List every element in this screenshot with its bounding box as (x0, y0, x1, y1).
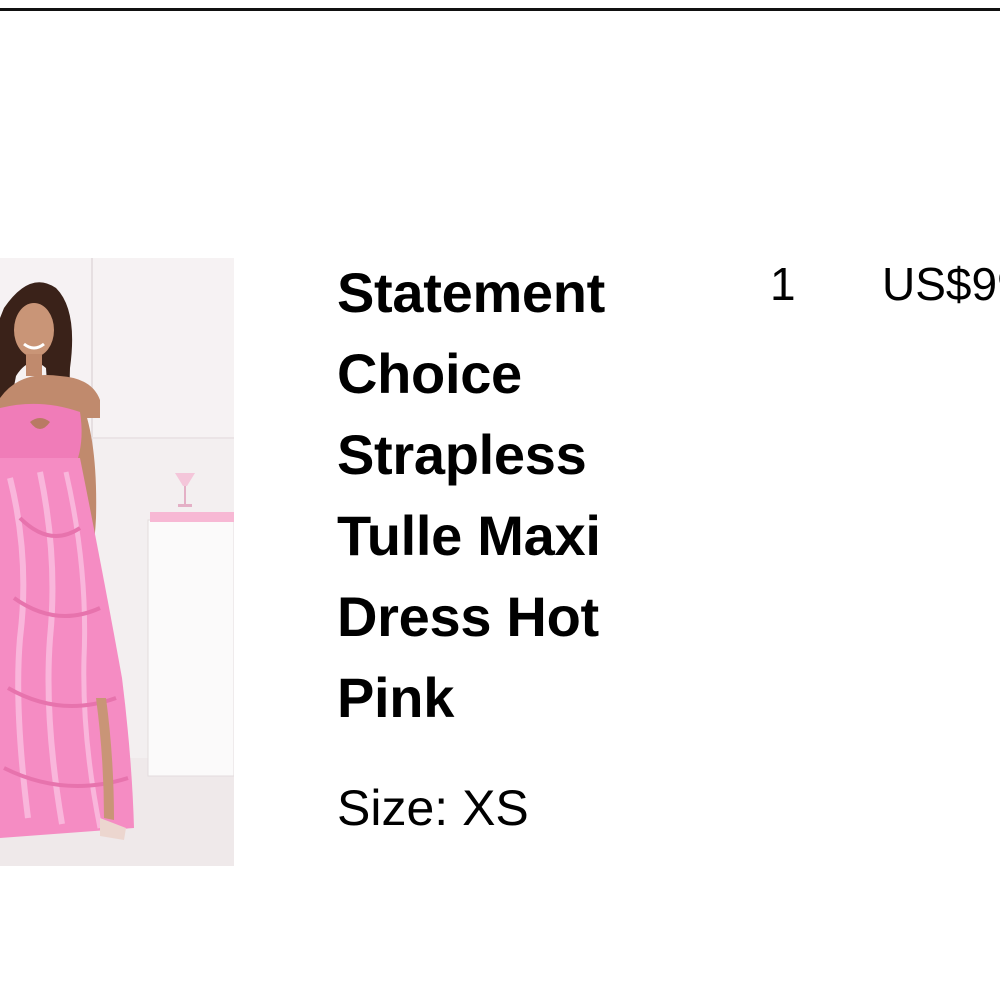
product-photo-illustration (0, 258, 234, 866)
product-image[interactable] (0, 258, 234, 866)
size-label: Size: (337, 780, 449, 836)
quantity-value: 1 (770, 258, 796, 310)
product-size: Size: XS (337, 778, 529, 838)
product-title[interactable]: Statement Choice Strapless Tulle Maxi Dr… (337, 252, 667, 738)
line-price: US$99 (882, 258, 1000, 310)
size-value: XS (462, 780, 529, 836)
cart-line-item: Statement Choice Strapless Tulle Maxi Dr… (0, 0, 1000, 1000)
